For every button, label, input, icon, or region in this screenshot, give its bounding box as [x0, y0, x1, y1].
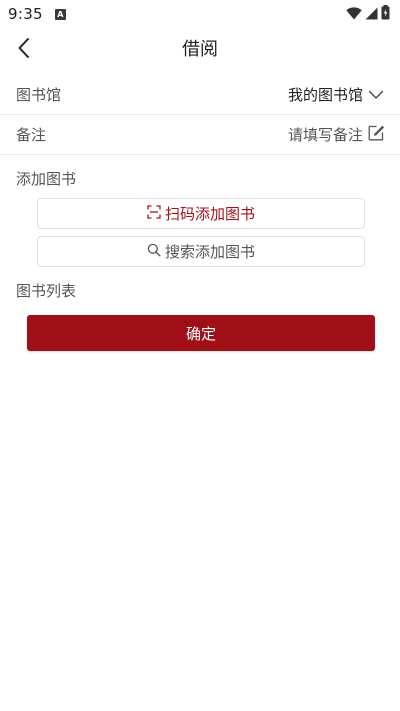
- library-select[interactable]: 我的图书馆: [288, 84, 384, 105]
- search-icon: [147, 243, 165, 261]
- signal-icon: [365, 5, 378, 24]
- scan-add-book-button[interactable]: 扫码添加图书: [37, 198, 365, 229]
- search-add-book-button[interactable]: 搜索添加图书: [37, 236, 365, 267]
- status-time: 9:35: [8, 5, 43, 23]
- notification-app-icon: A: [54, 8, 66, 20]
- scan-icon: [147, 204, 165, 223]
- add-books-title: 添加图书: [16, 170, 77, 188]
- confirm-button[interactable]: 确定: [27, 315, 375, 351]
- remark-placeholder: 请填写备注: [287, 126, 363, 144]
- search-add-book-label: 搜索添加图书: [164, 243, 255, 261]
- remark-label: 备注: [16, 126, 47, 144]
- remark-row: 备注 请填写备注: [0, 115, 400, 155]
- battery-icon: [381, 4, 390, 24]
- scan-add-book-label: 扫码添加图书: [164, 205, 255, 223]
- library-row: 图书馆 我的图书馆: [0, 75, 400, 115]
- status-icons: [346, 4, 390, 24]
- app-header: 借阅: [0, 28, 400, 72]
- book-list-title: 图书列表: [16, 282, 77, 300]
- status-bar: 9:35 A: [0, 0, 400, 28]
- remark-field[interactable]: 请填写备注: [287, 124, 385, 145]
- library-value: 我的图书馆: [287, 86, 363, 104]
- page-title: 借阅: [182, 39, 218, 60]
- library-label: 图书馆: [16, 86, 62, 104]
- chevron-down-icon: [363, 86, 384, 104]
- wifi-icon: [346, 5, 362, 24]
- edit-icon: [363, 125, 385, 145]
